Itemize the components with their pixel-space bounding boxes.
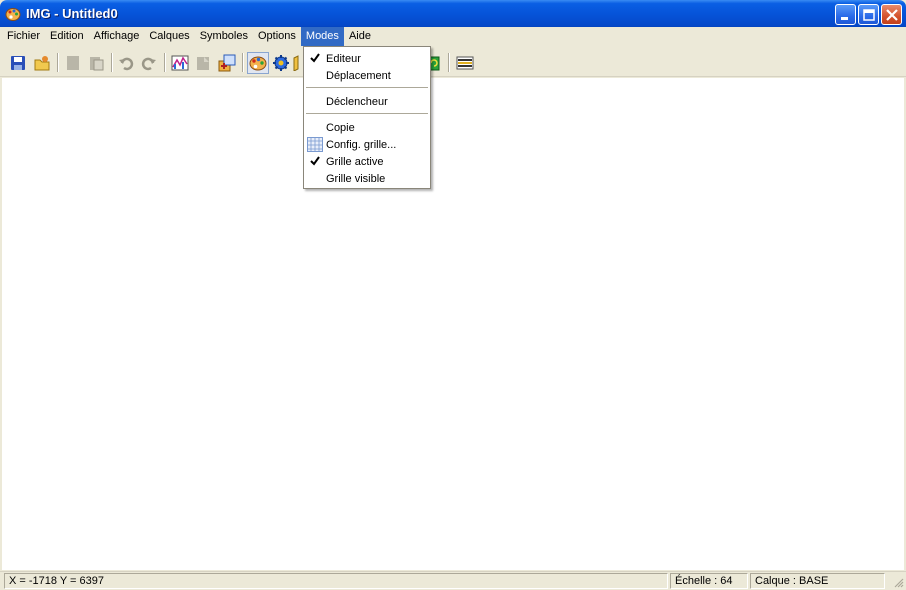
- menu-item-label: Editeur: [326, 53, 361, 65]
- layers-icon: [456, 56, 474, 70]
- menu-modes[interactable]: Modes: [300, 27, 344, 46]
- import-button[interactable]: [216, 52, 238, 74]
- chart-button[interactable]: [169, 52, 191, 74]
- paste-button[interactable]: [85, 52, 107, 74]
- blank-button[interactable]: [192, 52, 214, 74]
- menu-item-label: Grille active: [326, 156, 384, 168]
- undo-icon: [119, 57, 134, 71]
- menu-options[interactable]: Options: [253, 27, 301, 46]
- menu-item-label: Déplacement: [326, 70, 391, 82]
- menu-calques[interactable]: Calques: [144, 27, 194, 46]
- chart-icon: [171, 55, 189, 71]
- menu-fichier[interactable]: Fichier: [2, 27, 45, 46]
- layer-readout: Calque : BASE: [750, 573, 885, 589]
- menu-edition[interactable]: Edition: [45, 27, 89, 46]
- save-button[interactable]: [7, 52, 29, 74]
- menu-bar: Fichier Edition Affichage Calques Symbol…: [0, 27, 906, 46]
- modes-dropdown-menu: Editeur Déplacement Déclencheur Copie Co…: [303, 46, 431, 189]
- save-icon: [11, 56, 25, 70]
- menu-item-grille-active[interactable]: Grille active: [304, 153, 430, 170]
- menu-item-copie[interactable]: Copie: [304, 119, 430, 136]
- window-title: IMG - Untitled0: [26, 6, 118, 21]
- import-icon: [218, 54, 236, 72]
- menu-item-config-grille[interactable]: Config. grille...: [304, 136, 430, 153]
- status-bar: X = -1718 Y = 6397 Échelle : 64 Calque :…: [0, 571, 906, 590]
- palette-tool-button[interactable]: [247, 52, 269, 74]
- cut-button[interactable]: [62, 52, 84, 74]
- menu-affichage[interactable]: Affichage: [89, 27, 145, 46]
- coordinates-readout: X = -1718 Y = 6397: [4, 573, 668, 589]
- layers-tool-button[interactable]: [454, 52, 476, 74]
- menu-item-grille-visible[interactable]: Grille visible: [304, 170, 430, 187]
- title-bar[interactable]: IMG - Untitled0: [0, 0, 906, 29]
- maximize-icon: [863, 9, 875, 21]
- cut-icon: [67, 56, 79, 70]
- scale-readout: Échelle : 64: [670, 573, 748, 589]
- close-icon: [886, 9, 898, 21]
- paste-icon: [90, 57, 104, 71]
- grid-icon: [307, 137, 323, 152]
- menu-item-editeur[interactable]: Editeur: [304, 50, 430, 67]
- menu-item-deplacement[interactable]: Déplacement: [304, 67, 430, 84]
- open-button[interactable]: [31, 52, 53, 74]
- blank-icon: [197, 57, 209, 70]
- resize-grip-icon[interactable]: [892, 576, 904, 588]
- checkmark-icon: [310, 53, 320, 63]
- drawing-canvas[interactable]: [2, 78, 904, 570]
- menu-item-label: Grille visible: [326, 173, 386, 185]
- menu-item-label: Déclencheur: [326, 96, 388, 108]
- minimize-button[interactable]: [835, 4, 856, 25]
- open-icon: [34, 56, 50, 71]
- menu-symboles[interactable]: Symboles: [195, 27, 253, 46]
- checkmark-icon: [310, 156, 320, 166]
- map-tool-button[interactable]: [293, 52, 303, 74]
- toolbar: [0, 48, 906, 77]
- palette-icon: [249, 56, 267, 71]
- gear-icon: [273, 55, 289, 71]
- minimize-icon: [841, 17, 848, 20]
- close-button[interactable]: [881, 4, 902, 25]
- gear-tool-button[interactable]: [270, 52, 292, 74]
- application-window: IMG - Untitled0 Fichier Edition Affichag…: [0, 0, 906, 590]
- menu-aide[interactable]: Aide: [344, 27, 376, 46]
- redo-button[interactable]: [138, 52, 160, 74]
- menu-item-declencheur[interactable]: Déclencheur: [304, 93, 430, 110]
- menu-item-label: Copie: [326, 122, 355, 134]
- menu-separator: [306, 87, 428, 88]
- app-palette-icon: [5, 8, 21, 21]
- undo-button[interactable]: [115, 52, 137, 74]
- maximize-button[interactable]: [858, 4, 879, 25]
- map-icon: [293, 55, 299, 71]
- redo-icon: [141, 57, 156, 71]
- menu-separator: [306, 113, 428, 114]
- menu-item-label: Config. grille...: [326, 139, 397, 151]
